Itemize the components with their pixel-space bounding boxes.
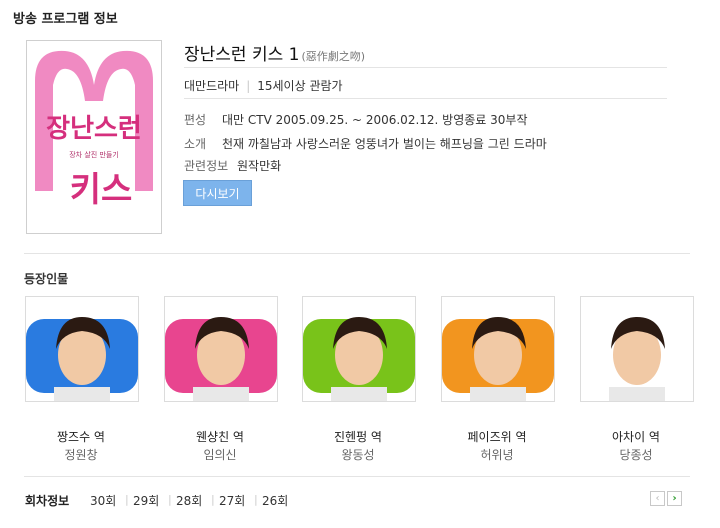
person-portrait-icon — [165, 317, 277, 401]
cast-actor[interactable]: 임의신 — [160, 446, 280, 463]
rating: 15세이상 관람가 — [257, 79, 343, 93]
episode-info-label: 회차정보 — [25, 494, 70, 508]
cast-role[interactable]: 짱즈수 역 — [21, 428, 141, 445]
cast-role[interactable]: 페이즈위 역 — [437, 428, 557, 445]
related-link[interactable]: 원작만화 — [237, 157, 281, 174]
cast-photo[interactable] — [302, 296, 416, 402]
cast-actor[interactable]: 당종성 — [576, 446, 696, 463]
episode-link[interactable]: 29회 — [133, 492, 159, 509]
cast-actor[interactable]: 허위녕 — [437, 446, 557, 463]
cast-actor[interactable]: 왕동성 — [298, 446, 418, 463]
episode-link[interactable]: 28회 — [176, 492, 202, 509]
next-page-button[interactable]: › — [667, 491, 682, 506]
related-label: 관련정보 — [184, 159, 229, 173]
person-portrait-icon — [581, 317, 693, 401]
cast-role[interactable]: 아차이 역 — [576, 428, 696, 445]
program-title[interactable]: 장난스런 키스 1 (惡作劇之吻) — [184, 40, 365, 65]
divider — [184, 98, 667, 99]
episode-link[interactable]: 30회 — [90, 492, 116, 509]
cast-photo[interactable] — [580, 296, 694, 402]
separator: | — [168, 493, 172, 506]
cast-photo[interactable] — [25, 296, 139, 402]
poster-art: 장난스런 장차 살진 만들기 키스 — [35, 50, 153, 210]
cast-actor[interactable]: 정원창 — [21, 446, 141, 463]
original-title: (惡作劇之吻) — [301, 50, 366, 63]
schedule-value: 대만 CTV 2005.09.25. ~ 2006.02.12. 방영종료 30… — [222, 113, 528, 127]
cast-role[interactable]: 웬샹친 역 — [160, 428, 280, 445]
separator: | — [211, 493, 215, 506]
divider — [24, 253, 690, 254]
genre: 대만드라마 — [184, 79, 240, 93]
episode-link[interactable]: 27회 — [219, 492, 245, 509]
divider — [184, 67, 667, 68]
divider — [24, 476, 690, 477]
cast-photo[interactable] — [164, 296, 278, 402]
separator: | — [125, 493, 129, 506]
poster-text-main: 장난스런 — [46, 114, 142, 144]
person-portrait-icon — [303, 317, 415, 401]
person-portrait-icon — [26, 317, 138, 401]
program-poster[interactable]: 장난스런 장차 살진 만들기 키스 — [26, 40, 162, 234]
episode-link[interactable]: 26회 — [262, 492, 288, 509]
poster-tagline: 장차 살진 만들기 — [69, 150, 119, 159]
separator: | — [246, 79, 251, 93]
cast-role[interactable]: 진헨펑 역 — [298, 428, 418, 445]
genre-rating: 대만드라마 | 15세이상 관람가 — [184, 77, 343, 94]
cast-section-title: 등장인물 — [24, 272, 69, 286]
schedule-label: 편성 — [184, 113, 207, 127]
person-portrait-icon — [442, 317, 554, 401]
prev-page-button[interactable]: ‹ — [650, 491, 665, 506]
summary-value: 천재 까칠남과 사랑스러운 엉뚱녀가 벌이는 해프닝을 그린 드라마 — [222, 137, 547, 151]
poster-text-sub: 키스 — [70, 170, 133, 210]
summary-label: 소개 — [184, 137, 207, 151]
cast-photo[interactable] — [441, 296, 555, 402]
section-title: 방송 프로그램 정보 — [13, 12, 118, 27]
program-title-text[interactable]: 장난스런 키스 1 — [184, 45, 299, 65]
separator: | — [254, 493, 258, 506]
rewatch-button[interactable]: 다시보기 — [183, 180, 252, 206]
